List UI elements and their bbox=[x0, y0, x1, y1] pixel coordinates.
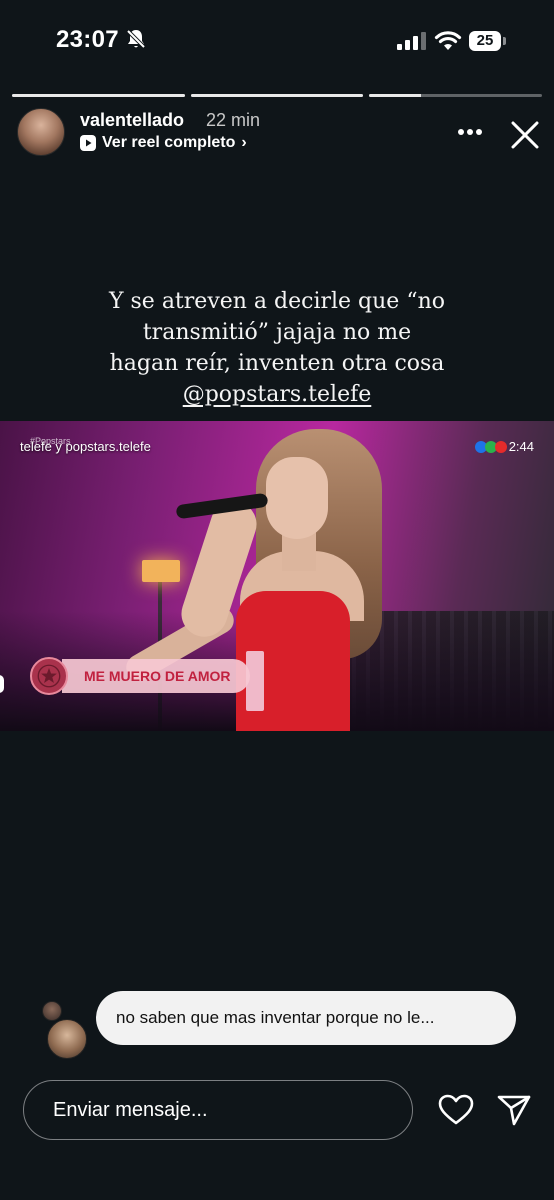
song-title: ME MUERO DE AMOR bbox=[62, 659, 251, 693]
wifi-icon bbox=[434, 31, 462, 50]
status-time: 23:07 bbox=[56, 26, 119, 53]
video-source-label: telefe y popstars.telefe bbox=[20, 439, 151, 454]
story-header: valentellado 22 min Ver reel completo › bbox=[0, 106, 554, 162]
progress-segment bbox=[369, 94, 543, 97]
comment-bubble[interactable]: no saben que mas inventar porque no le..… bbox=[96, 991, 516, 1045]
stage-lamp bbox=[142, 560, 180, 582]
battery-level: 25 bbox=[469, 31, 501, 51]
progress-segment-fill bbox=[369, 94, 422, 97]
reel-video[interactable]: #Popstars telefe y popstars.telefe 2:44 … bbox=[0, 421, 554, 731]
username[interactable]: valentellado bbox=[80, 110, 184, 131]
status-bar: 23:07 25 bbox=[0, 0, 554, 84]
view-full-reel-link[interactable]: Ver reel completo › bbox=[80, 134, 247, 152]
battery-tip bbox=[503, 37, 506, 45]
view-full-reel-label: Ver reel completo bbox=[102, 134, 236, 151]
play-icon bbox=[80, 135, 96, 151]
progress-segment bbox=[12, 94, 185, 97]
caption-line: transmitió” jajaja no me bbox=[142, 320, 412, 345]
time-ago: 22 min bbox=[206, 110, 261, 130]
mute-icon bbox=[126, 29, 146, 49]
progress-segment bbox=[190, 94, 364, 97]
tv-clock: 2:44 bbox=[474, 439, 534, 454]
avatar bbox=[42, 1001, 62, 1021]
caption-line: hagan reír, inventen otra cosa bbox=[109, 351, 445, 376]
send-icon[interactable] bbox=[496, 1093, 532, 1127]
close-icon[interactable] bbox=[510, 120, 540, 150]
tv-clock-time: 2:44 bbox=[508, 439, 534, 454]
comment-avatars bbox=[40, 1001, 88, 1059]
avatar[interactable] bbox=[17, 108, 65, 156]
song-banner: ME MUERO DE AMOR bbox=[30, 657, 251, 695]
heart-icon[interactable] bbox=[438, 1094, 474, 1126]
signal-icon bbox=[397, 32, 426, 50]
more-options-icon[interactable] bbox=[457, 128, 483, 136]
message-input[interactable] bbox=[23, 1080, 413, 1140]
singer-face bbox=[266, 457, 328, 539]
caption-line: Y se atreven a decirle que “no bbox=[109, 289, 445, 314]
star-emblem-icon bbox=[30, 657, 68, 695]
progress-segment-fill bbox=[12, 94, 185, 97]
channel-logo-icon bbox=[494, 440, 507, 453]
avatar bbox=[47, 1019, 87, 1059]
chevron-right-icon: › bbox=[241, 134, 247, 151]
caption-mention-link[interactable]: @popstars.telefe bbox=[183, 382, 372, 407]
story-caption: Y se atreven a decirle que “no transmiti… bbox=[40, 286, 514, 410]
story-progress bbox=[12, 94, 543, 97]
media-edge-handle bbox=[0, 675, 4, 693]
progress-segment-fill bbox=[190, 94, 364, 97]
battery-icon: 25 bbox=[469, 31, 506, 51]
